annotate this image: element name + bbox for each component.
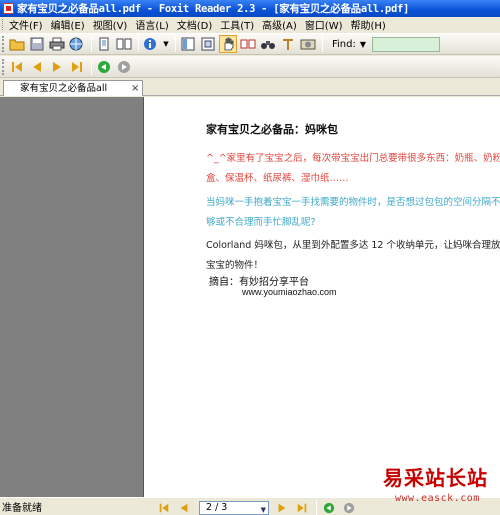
info-icon[interactable]: [142, 35, 160, 53]
document-page: 家有宝贝之必备品：妈咪包 ^_^家里有了宝宝之后，每次带宝宝出门总要带很多东西：…: [143, 97, 500, 497]
save-icon[interactable]: [28, 35, 46, 53]
first-page-icon[interactable]: [8, 58, 26, 76]
thumbnail-icon[interactable]: [199, 35, 217, 53]
typewriter-icon[interactable]: [279, 35, 297, 53]
menu-bar: 文件(F) 编辑(E) 视图(V) 语言(L) 文档(D) 工具(T) 高级(A…: [0, 17, 500, 32]
toolbar-separator: [175, 36, 176, 52]
menu-help[interactable]: 帮助(H): [351, 17, 386, 32]
previous-page-icon[interactable]: [28, 58, 46, 76]
status-text: 准备就绪: [2, 503, 42, 514]
close-tab-icon[interactable]: ×: [131, 83, 139, 94]
menu-advanced[interactable]: 高级(A): [262, 17, 297, 32]
source-url: www.youmiaozhao.com: [242, 287, 337, 297]
status-separator: [316, 500, 317, 515]
single-page-icon[interactable]: [95, 35, 113, 53]
toolbar-separator: [322, 36, 323, 52]
document-line-1: ^_^家里有了宝宝之后，每次带宝宝出门总要带很多东西：奶瓶、奶粉: [206, 153, 500, 164]
main-toolbar: ▼ Find: ▼: [0, 33, 500, 55]
toolbar-grip: [2, 36, 5, 52]
document-line-5: Colorland 妈咪包，从里到外配置多达 12 个收纳单元，让妈咪合理放置: [206, 240, 500, 251]
status-go-back-icon[interactable]: [320, 499, 338, 515]
source-label: 摘自：有妙招分享平台: [209, 277, 309, 288]
find-label: Find:: [332, 38, 356, 50]
menu-edit[interactable]: 编辑(E): [51, 17, 85, 32]
snapshot-icon[interactable]: [299, 35, 317, 53]
print-icon[interactable]: [48, 35, 66, 53]
watermark-url: www.easck.com: [395, 493, 480, 504]
document-tab-strip: 家有宝贝之必备品all: [0, 79, 500, 96]
toolbar-grip: [2, 58, 5, 75]
navigation-toolbar: [0, 56, 500, 78]
menu-file[interactable]: 文件(F): [9, 17, 43, 32]
navigation-side-panel: [0, 97, 143, 497]
page-dropdown-icon[interactable]: ▼: [261, 504, 266, 515]
toolbar-separator: [91, 58, 92, 75]
email-globe-icon[interactable]: [68, 35, 86, 53]
find-input[interactable]: [372, 36, 441, 52]
window-title: 家有宝贝之必备品all.pdf - Foxit Reader 2.3 - [家有…: [17, 3, 410, 15]
status-page-navigation: 2 / 3 ▼: [155, 499, 360, 515]
go-forward-icon[interactable]: [115, 58, 133, 76]
toolbar-separator: [91, 36, 92, 52]
document-line-4: 够或不合理而手忙脚乱呢?: [206, 217, 316, 228]
bookmark-panel-icon[interactable]: [179, 35, 197, 53]
foxit-app-icon: [3, 3, 14, 14]
status-first-page-icon[interactable]: [155, 499, 173, 515]
open-folder-icon[interactable]: [8, 35, 26, 53]
find-dropdown-icon[interactable]: ▼: [360, 40, 366, 49]
title-bar: 家有宝贝之必备品all.pdf - Foxit Reader 2.3 - [家有…: [0, 0, 500, 17]
document-heading: 家有宝贝之必备品：妈咪包: [206, 123, 338, 136]
facing-page-icon[interactable]: [115, 35, 133, 53]
status-previous-page-icon[interactable]: [175, 499, 193, 515]
menubar-grip: [2, 19, 5, 30]
menu-document[interactable]: 文档(D): [177, 17, 213, 32]
go-back-icon[interactable]: [95, 58, 113, 76]
status-last-page-icon[interactable]: [293, 499, 311, 515]
status-next-page-icon[interactable]: [273, 499, 291, 515]
watermark-logo: 易采站长站: [383, 466, 488, 490]
info-dropdown-icon[interactable]: ▼: [162, 35, 170, 53]
last-page-icon[interactable]: [68, 58, 86, 76]
document-line-6: 宝宝的物件！: [206, 260, 264, 271]
hand-tool-icon[interactable]: [219, 35, 237, 53]
tab-document[interactable]: 家有宝贝之必备品all: [3, 80, 143, 96]
menu-window[interactable]: 窗口(W): [305, 17, 343, 32]
page-number-value: 2 / 3: [206, 502, 228, 513]
page-number-field[interactable]: 2 / 3 ▼: [199, 501, 269, 515]
toolbar-separator: [138, 36, 139, 52]
menu-view[interactable]: 视图(V): [93, 17, 128, 32]
document-line-2: 盒、保温杯、纸尿裤、湿巾纸……: [206, 173, 349, 184]
next-page-icon[interactable]: [48, 58, 66, 76]
tab-document-label: 家有宝贝之必备品all: [20, 83, 108, 94]
menu-language[interactable]: 语言(L): [135, 17, 168, 32]
menu-tools[interactable]: 工具(T): [220, 17, 254, 32]
status-go-forward-icon[interactable]: [340, 499, 358, 515]
select-text-icon[interactable]: [239, 35, 257, 53]
binoculars-icon[interactable]: [259, 35, 277, 53]
document-line-3: 当妈咪一手抱着宝宝一手找需要的物件时，是否想过包包的空间分隔不: [206, 197, 500, 208]
